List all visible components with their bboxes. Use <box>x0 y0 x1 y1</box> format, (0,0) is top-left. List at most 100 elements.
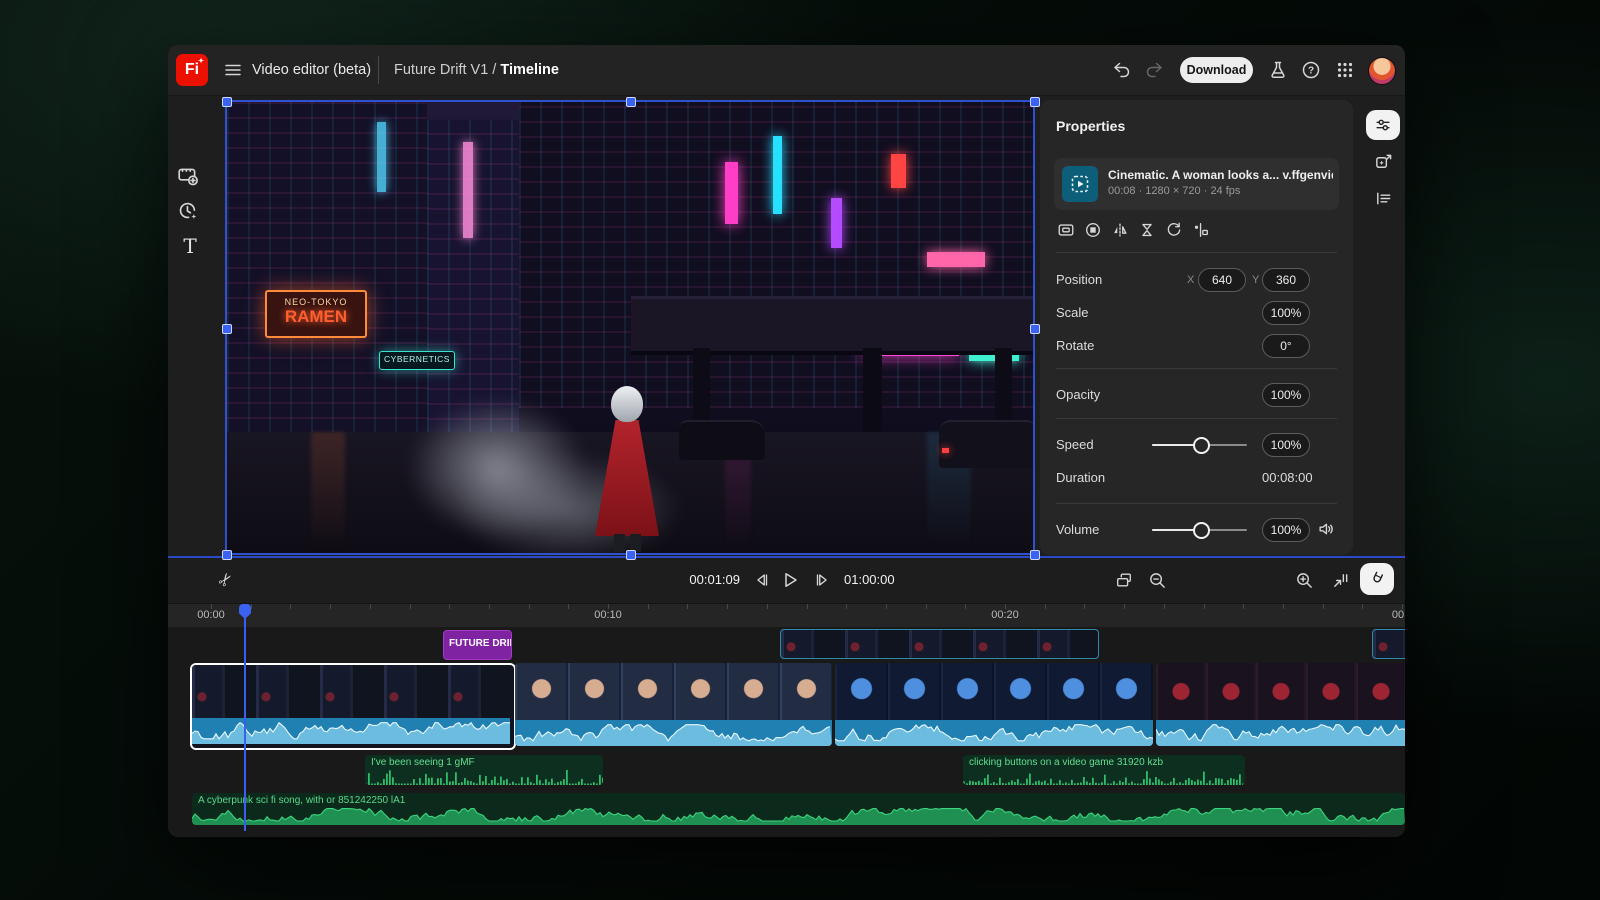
position-y-field[interactable] <box>1262 268 1310 292</box>
play-button[interactable] <box>776 566 804 594</box>
overlay-video-clip-partial[interactable] <box>1372 629 1405 659</box>
zoom-in-button[interactable] <box>1290 566 1318 594</box>
character-red-cape <box>595 420 659 536</box>
mask-button[interactable] <box>1083 220 1103 240</box>
breadcrumb-project[interactable]: Future Drift V1 <box>394 62 488 78</box>
duration-label: Duration <box>1056 470 1105 485</box>
queue-tab-button[interactable] <box>1373 188 1393 208</box>
left-tool-rail: T <box>168 95 224 557</box>
divider <box>1056 418 1337 419</box>
selection-handle-mid-right[interactable] <box>1030 324 1040 334</box>
selection-handle-top-right[interactable] <box>1030 97 1040 107</box>
rotate-clip-button[interactable] <box>1164 220 1184 240</box>
video-clip-1-selected[interactable] <box>190 663 516 750</box>
download-button[interactable]: Download <box>1180 57 1253 83</box>
step-forward-button[interactable] <box>808 566 836 594</box>
speed-field[interactable] <box>1262 433 1310 457</box>
speed-slider[interactable] <box>1152 444 1247 446</box>
parked-car-1 <box>679 420 765 460</box>
user-avatar[interactable] <box>1368 57 1396 85</box>
video-canvas[interactable]: NEO-TOKYO RAMEN CYBERNETICS <box>225 100 1035 555</box>
properties-tab-button[interactable] <box>1366 110 1400 140</box>
divider <box>1056 368 1337 369</box>
volume-slider[interactable] <box>1152 529 1247 531</box>
fit-frame-button[interactable] <box>1056 220 1076 240</box>
video-clip-3-audio-waveform <box>835 720 1153 746</box>
title-clip-label: FUTURE DRIF <box>444 631 511 649</box>
video-clip-3[interactable] <box>835 663 1153 746</box>
flip-horizontal-button[interactable] <box>1110 220 1130 240</box>
mute-button[interactable] <box>1316 519 1336 539</box>
neon-sign-red <box>891 154 906 188</box>
sfx-clip-2[interactable]: clicking buttons on a video game 31920 k… <box>963 755 1245 785</box>
labs-button[interactable] <box>1267 59 1289 81</box>
ruler-tick <box>1283 604 1284 609</box>
snap-magnet-button[interactable] <box>1360 563 1394 595</box>
character <box>587 382 667 552</box>
selection-handle-mid-left[interactable] <box>222 324 232 334</box>
opacity-field[interactable] <box>1262 383 1310 407</box>
timeline-ruler[interactable]: 00:00 00:10 00:20 00 <box>168 603 1405 629</box>
music-clip-waveform <box>192 805 1405 825</box>
title-clip[interactable]: FUTURE DRIF <box>443 630 512 660</box>
trim-playhead-button[interactable] <box>1326 566 1354 594</box>
zoom-out-button[interactable] <box>1143 566 1171 594</box>
video-clip-1-thumbnails <box>192 665 510 718</box>
scale-field[interactable] <box>1262 301 1310 325</box>
step-back-button[interactable] <box>748 566 776 594</box>
ruler-tick <box>886 604 887 609</box>
reverse-hourglass-icon <box>1138 221 1156 239</box>
stack-clips-button[interactable] <box>1110 566 1138 594</box>
selection-handle-top-left[interactable] <box>222 97 232 107</box>
sliders-icon <box>1374 116 1392 134</box>
sfx-clip-1[interactable]: I've been seeing 1 gMF <box>365 755 603 785</box>
align-button[interactable] <box>1191 220 1211 240</box>
building-left <box>227 102 427 464</box>
properties-title: Properties <box>1056 118 1125 134</box>
ruler-tick <box>1204 604 1205 609</box>
video-clip-4-thumbnails <box>1156 663 1405 720</box>
firefly-logo[interactable]: Fi ✦ <box>176 54 208 86</box>
selection-handle-bottom-right[interactable] <box>1030 550 1040 560</box>
video-clip-2-audio-waveform <box>515 720 832 746</box>
video-clip-4[interactable] <box>1156 663 1405 746</box>
overlay-video-clip[interactable] <box>780 629 1099 659</box>
ruler-tick <box>568 604 569 609</box>
flip-horizontal-icon <box>1111 221 1129 239</box>
selection-handle-bottom-left[interactable] <box>222 550 232 560</box>
export-tab-button[interactable] <box>1373 152 1393 172</box>
ruler-label-20: 00:20 <box>991 609 1019 621</box>
selection-handle-top-center[interactable] <box>626 97 636 107</box>
sfx-clip-2-waveform <box>963 769 1245 785</box>
ruler-tick <box>965 604 966 609</box>
apps-button[interactable] <box>1334 59 1356 81</box>
help-button[interactable]: ? <box>1300 59 1322 81</box>
add-media-button[interactable] <box>177 165 199 187</box>
rotate-field[interactable] <box>1262 334 1310 358</box>
volume-slider-thumb[interactable] <box>1193 522 1210 539</box>
generate-button[interactable] <box>177 200 199 222</box>
overpass-bridge <box>631 296 1033 355</box>
cybernetics-sign-text: CYBERNETICS <box>380 355 454 365</box>
zoom-in-icon <box>1295 571 1314 590</box>
video-clip-1-audio-waveform <box>192 718 510 744</box>
hamburger-menu-button[interactable] <box>222 59 244 81</box>
position-x-field[interactable] <box>1198 268 1246 292</box>
selection-handle-bottom-center[interactable] <box>626 550 636 560</box>
redo-button[interactable] <box>1144 59 1166 81</box>
clip-card[interactable]: Cinematic. A woman looks a... v.ffgenvid… <box>1054 158 1339 210</box>
undo-button[interactable] <box>1110 59 1132 81</box>
text-tool-button[interactable]: T <box>179 235 201 257</box>
neon-sign-purple <box>831 198 842 248</box>
opacity-label: Opacity <box>1056 387 1100 402</box>
volume-field[interactable] <box>1262 518 1310 542</box>
speed-slider-thumb[interactable] <box>1193 437 1210 454</box>
split-tool-button[interactable]: ✂ <box>212 566 240 594</box>
step-forward-icon <box>813 571 831 589</box>
video-frame: NEO-TOKYO RAMEN CYBERNETICS <box>227 102 1033 553</box>
ruler-tick <box>410 604 411 609</box>
music-clip[interactable]: A cyberpunk sci fi song, with or 8512422… <box>192 793 1405 825</box>
video-clip-2[interactable] <box>515 663 832 746</box>
neon-sign-pink2 <box>927 252 985 267</box>
reverse-clip-button[interactable] <box>1137 220 1157 240</box>
